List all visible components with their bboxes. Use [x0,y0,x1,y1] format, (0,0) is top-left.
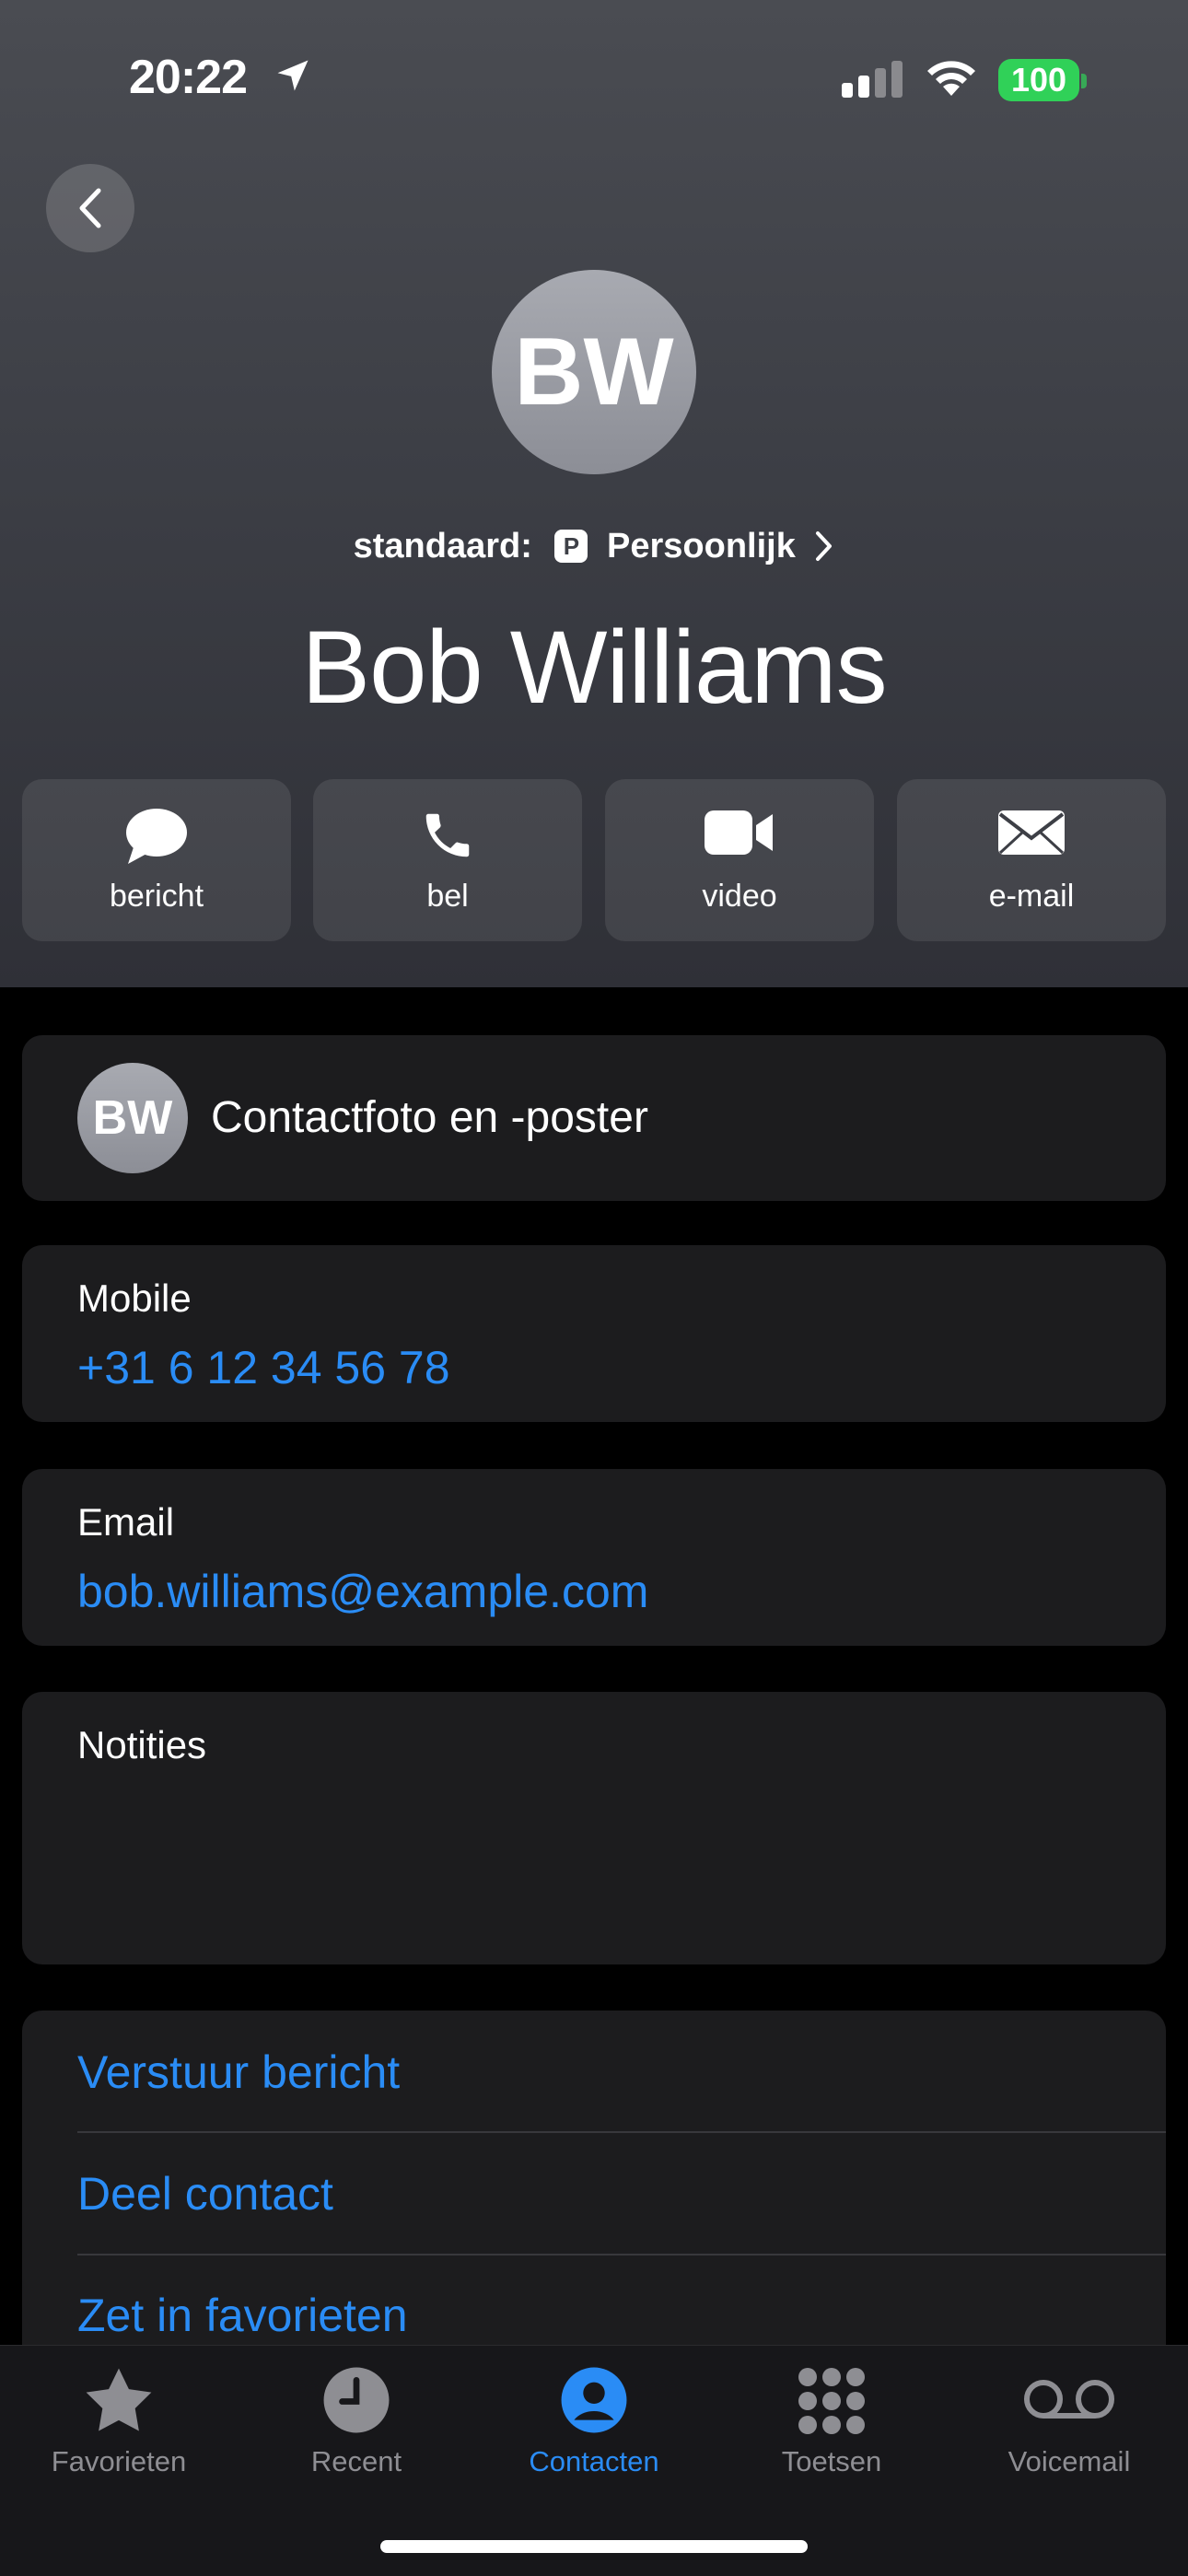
email-action-button[interactable]: e-mail [897,779,1166,941]
tab-contacts-label: Contacten [529,2445,659,2477]
wifi-icon [927,61,975,96]
chevron-right-icon [816,530,833,561]
notes-label: Notities [77,1723,207,1766]
video-action-button[interactable]: video [605,779,874,941]
divider [77,2131,1166,2133]
tab-contacts[interactable]: Contacten [475,2346,713,2530]
add-to-favorites-link[interactable]: Zet in favorieten [77,2289,408,2342]
clock-icon [323,2367,390,2433]
star-icon [86,2368,152,2431]
call-action-button[interactable]: bel [313,779,582,941]
cellular-signal-icon [842,61,903,98]
contact-actions-list: Verstuur bericht Deel contact Zet in fav… [22,2011,1166,2397]
tab-keypad-label: Toetsen [781,2445,882,2477]
battery-tip [1081,74,1087,88]
default-label: standaard: [353,527,532,565]
keypad-icon [798,2368,865,2434]
tab-recent-label: Recent [310,2445,402,2477]
phone-icon [425,813,470,857]
message-action-label: bericht [109,879,204,914]
tab-voicemail-label: Voicemail [1007,2445,1131,2477]
tab-voicemail[interactable]: Voicemail [950,2346,1188,2530]
quick-actions: bericht bel video e-mail [22,779,1166,941]
tab-favorites-label: Favorieten [51,2445,187,2477]
phone-number-link[interactable]: +31 6 12 34 56 78 [77,1341,450,1394]
contact-avatar[interactable]: BW [492,270,696,474]
share-contact-link[interactable]: Deel contact [77,2167,333,2220]
message-bubble-icon [126,809,187,864]
voicemail-icon [1024,2380,1114,2419]
contact-avatar-small: BW [77,1063,188,1173]
tab-favorites[interactable]: Favorieten [0,2346,238,2530]
contact-photo-poster-row[interactable]: BW Contactfoto en -poster [22,1035,1166,1201]
back-button[interactable] [46,164,134,252]
notes-card[interactable]: Notities [22,1692,1166,1964]
battery-indicator: 100 [998,59,1079,101]
status-time: 20:22 [129,51,248,104]
phone-card[interactable]: Mobile +31 6 12 34 56 78 [22,1245,1166,1422]
message-action-button[interactable]: bericht [22,779,291,941]
email-address-link[interactable]: bob.williams@example.com [77,1565,648,1618]
email-card[interactable]: Email bob.williams@example.com [22,1469,1166,1646]
phone-label: Mobile [77,1276,192,1320]
default-account-row[interactable]: standaard: P Persoonlijk [0,527,1188,566]
location-arrow-icon [277,60,309,91]
account-name: Persoonlijk [607,527,796,565]
call-action-label: bel [426,879,469,914]
photo-poster-label: Contactfoto en -poster [211,1093,648,1142]
contact-name: Bob Williams [301,610,887,725]
chevron-left-icon [79,188,101,228]
status-bar: 20:22 100 [0,0,1188,157]
video-action-label: video [702,879,777,914]
send-message-link[interactable]: Verstuur bericht [77,2046,400,2099]
tab-recent[interactable]: Recent [238,2346,475,2530]
email-label: Email [77,1500,175,1544]
home-indicator[interactable] [380,2540,808,2553]
person-icon [561,2367,627,2433]
divider [77,2254,1166,2255]
tab-keypad[interactable]: Toetsen [713,2346,950,2530]
email-action-label: e-mail [988,879,1075,914]
mail-icon [998,810,1065,855]
account-badge-icon: P [554,529,588,563]
video-icon [705,810,773,855]
